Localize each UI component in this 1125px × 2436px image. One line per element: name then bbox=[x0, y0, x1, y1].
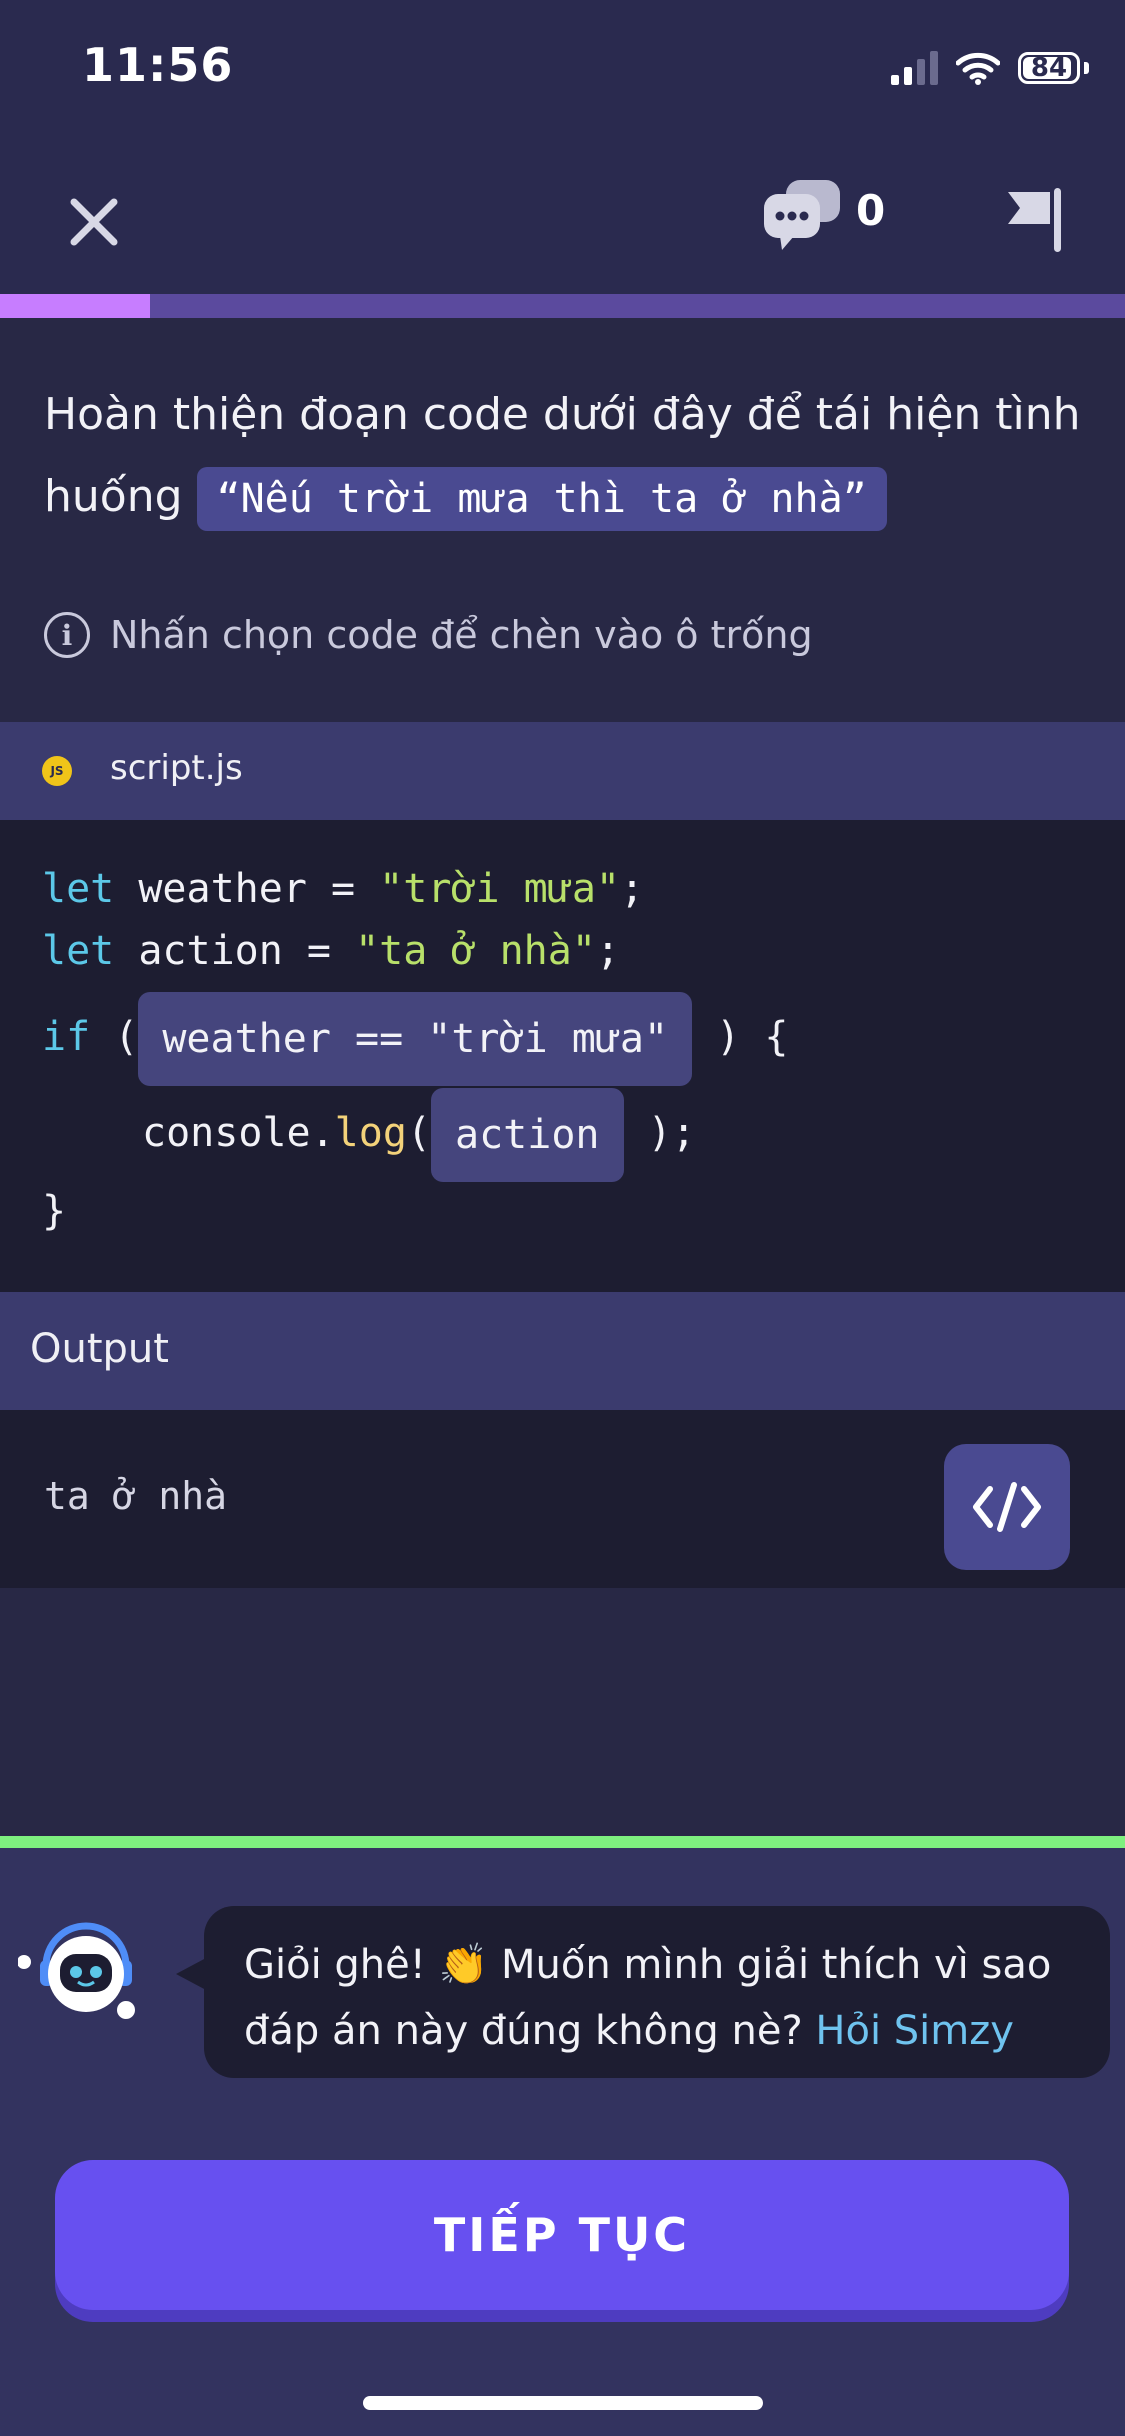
code-line-3: if (weather == "trời mưa" ) { bbox=[42, 990, 788, 1086]
wifi-icon bbox=[956, 52, 1000, 85]
continue-button[interactable]: TIẾP TỤC bbox=[55, 2160, 1069, 2310]
code-line-2: let action = "ta ở nhà"; bbox=[42, 928, 620, 974]
output-text: ta ở nhà bbox=[44, 1474, 228, 1518]
info-icon: i bbox=[44, 612, 90, 658]
lesson-progress-bar bbox=[0, 294, 1125, 318]
hint-text: Nhấn chọn code để chèn vào ô trống bbox=[110, 613, 813, 657]
correct-indicator-line bbox=[0, 1836, 1125, 1848]
battery-tip bbox=[1084, 62, 1089, 74]
code-icon bbox=[973, 1482, 1041, 1532]
battery-icon: 84 bbox=[1018, 52, 1080, 84]
output-label: Output bbox=[30, 1326, 169, 1372]
code-line-5: } bbox=[42, 1188, 67, 1234]
code-line-1: let weather = "trời mưa"; bbox=[42, 866, 645, 912]
close-icon[interactable] bbox=[64, 192, 124, 252]
simzy-robot-avatar bbox=[18, 1922, 135, 2019]
bubble-tail bbox=[176, 1958, 206, 1990]
empty-area bbox=[0, 1588, 1125, 1836]
question-text: Hoàn thiện đoạn code dưới đây để tái hiệ… bbox=[44, 374, 1084, 538]
feedback-bubble: Giỏi ghê! 👏 Muốn mình giải thích vì sao … bbox=[204, 1906, 1110, 2078]
hint: i Nhấn chọn code để chèn vào ô trống bbox=[44, 612, 813, 658]
status-icons: 84 bbox=[891, 48, 1089, 88]
signal-icon bbox=[891, 51, 938, 85]
lesson-progress-fill bbox=[0, 294, 150, 318]
code-line-4: console.log(action ); bbox=[142, 1086, 696, 1182]
report-flag-icon[interactable] bbox=[1004, 184, 1066, 254]
comment-count: 0 bbox=[856, 186, 886, 235]
home-indicator bbox=[363, 2396, 763, 2410]
ask-simzy-link[interactable]: Hỏi Simzy bbox=[815, 2008, 1014, 2054]
filled-blank-condition[interactable]: weather == "trời mưa" bbox=[138, 992, 693, 1086]
battery-level: 84 bbox=[1030, 53, 1068, 83]
status-time: 11:56 bbox=[82, 38, 234, 92]
question-quote: “Nếu trời mưa thì ta ở nhà” bbox=[196, 467, 887, 531]
js-file-icon: JS bbox=[42, 756, 72, 786]
filled-blank-argument[interactable]: action bbox=[431, 1088, 624, 1182]
file-name: script.js bbox=[110, 748, 243, 788]
comments-icon[interactable] bbox=[760, 178, 844, 252]
view-code-button[interactable] bbox=[944, 1444, 1070, 1570]
